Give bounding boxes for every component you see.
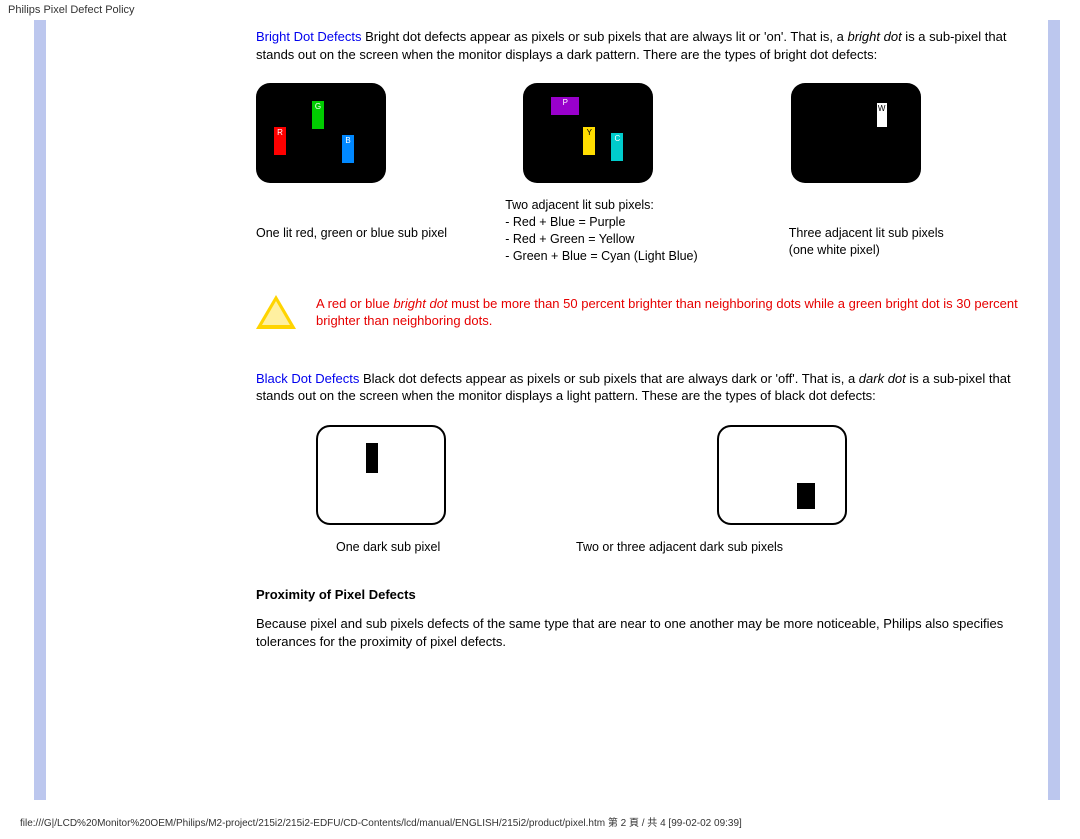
- black-body-1: Black dot defects appear as pixels or su…: [359, 371, 858, 386]
- screen-dark-1: [316, 425, 446, 525]
- warn-italic: bright dot: [393, 296, 447, 311]
- screen-white: W: [791, 83, 921, 183]
- diagram-cell-1: R G B: [256, 83, 483, 183]
- left-stripe: [34, 20, 46, 800]
- caption-2-l3: - Red + Green = Yellow: [505, 231, 769, 248]
- proximity-body: Because pixel and sub pixels defects of …: [256, 615, 1018, 650]
- caption-2-l2: - Red + Blue = Purple: [505, 214, 769, 231]
- red-bar: R: [274, 127, 286, 155]
- diagram-cell-3: W: [791, 83, 1018, 183]
- caption-1: One lit red, green or blue sub pixel: [256, 197, 485, 265]
- caption-3-l1: Three adjacent lit sub pixels: [789, 226, 944, 240]
- caption-3-l2: (one white pixel): [789, 243, 880, 257]
- page-frame: Bright Dot Defects Bright dot defects ap…: [0, 20, 1080, 810]
- warning-text: A red or blue bright dot must be more th…: [316, 295, 1018, 330]
- screen-dark-2: [717, 425, 847, 525]
- footer-path: file:///G|/LCD%20Monitor%20OEM/Philips/M…: [0, 810, 1080, 839]
- proximity-heading: Proximity of Pixel Defects: [256, 586, 1018, 604]
- black-dot-paragraph: Black Dot Defects Black dot defects appe…: [256, 370, 1018, 405]
- bright-italic: bright dot: [847, 29, 901, 44]
- black-caption-row: One dark sub pixel Two or three adjacent…: [336, 539, 1018, 556]
- caption-2-l1: Two adjacent lit sub pixels:: [505, 197, 769, 214]
- warn-p1: A red or blue: [316, 296, 393, 311]
- diagram-cell-2: P Y C: [523, 83, 750, 183]
- bright-diagram-row: R G B P Y C W: [256, 83, 1018, 183]
- blue-bar: B: [342, 135, 354, 163]
- green-bar: G: [312, 101, 324, 129]
- dark-pixel-2: [797, 483, 815, 509]
- black-caption-1: One dark sub pixel: [336, 539, 516, 556]
- purple-bar: P: [551, 97, 579, 115]
- yellow-bar: Y: [583, 127, 595, 155]
- warning-icon: [256, 295, 296, 329]
- screen-rgb: R G B: [256, 83, 386, 183]
- black-dot-heading: Black Dot Defects: [256, 371, 359, 386]
- dark-pixel-1: [366, 443, 378, 473]
- caption-2: Two adjacent lit sub pixels: - Red + Blu…: [505, 197, 769, 265]
- caption-3: Three adjacent lit sub pixels (one white…: [789, 197, 1018, 265]
- bright-dot-heading: Bright Dot Defects: [256, 29, 362, 44]
- right-stripe: [1048, 20, 1060, 800]
- screen-pyc: P Y C: [523, 83, 653, 183]
- bright-body-1: Bright dot defects appear as pixels or s…: [362, 29, 848, 44]
- black-caption-2: Two or three adjacent dark sub pixels: [576, 539, 783, 556]
- white-bar: W: [877, 103, 887, 127]
- page-header-title: Philips Pixel Defect Policy: [0, 0, 1080, 20]
- bright-dot-paragraph: Bright Dot Defects Bright dot defects ap…: [256, 28, 1018, 63]
- black-italic: dark dot: [859, 371, 906, 386]
- caption-2-l4: - Green + Blue = Cyan (Light Blue): [505, 248, 769, 265]
- black-diagram-row: [316, 425, 1018, 525]
- bright-caption-row: One lit red, green or blue sub pixel Two…: [256, 197, 1018, 265]
- warning-row: A red or blue bright dot must be more th…: [256, 295, 1018, 330]
- main-content: Bright Dot Defects Bright dot defects ap…: [46, 20, 1048, 800]
- cyan-bar: C: [611, 133, 623, 161]
